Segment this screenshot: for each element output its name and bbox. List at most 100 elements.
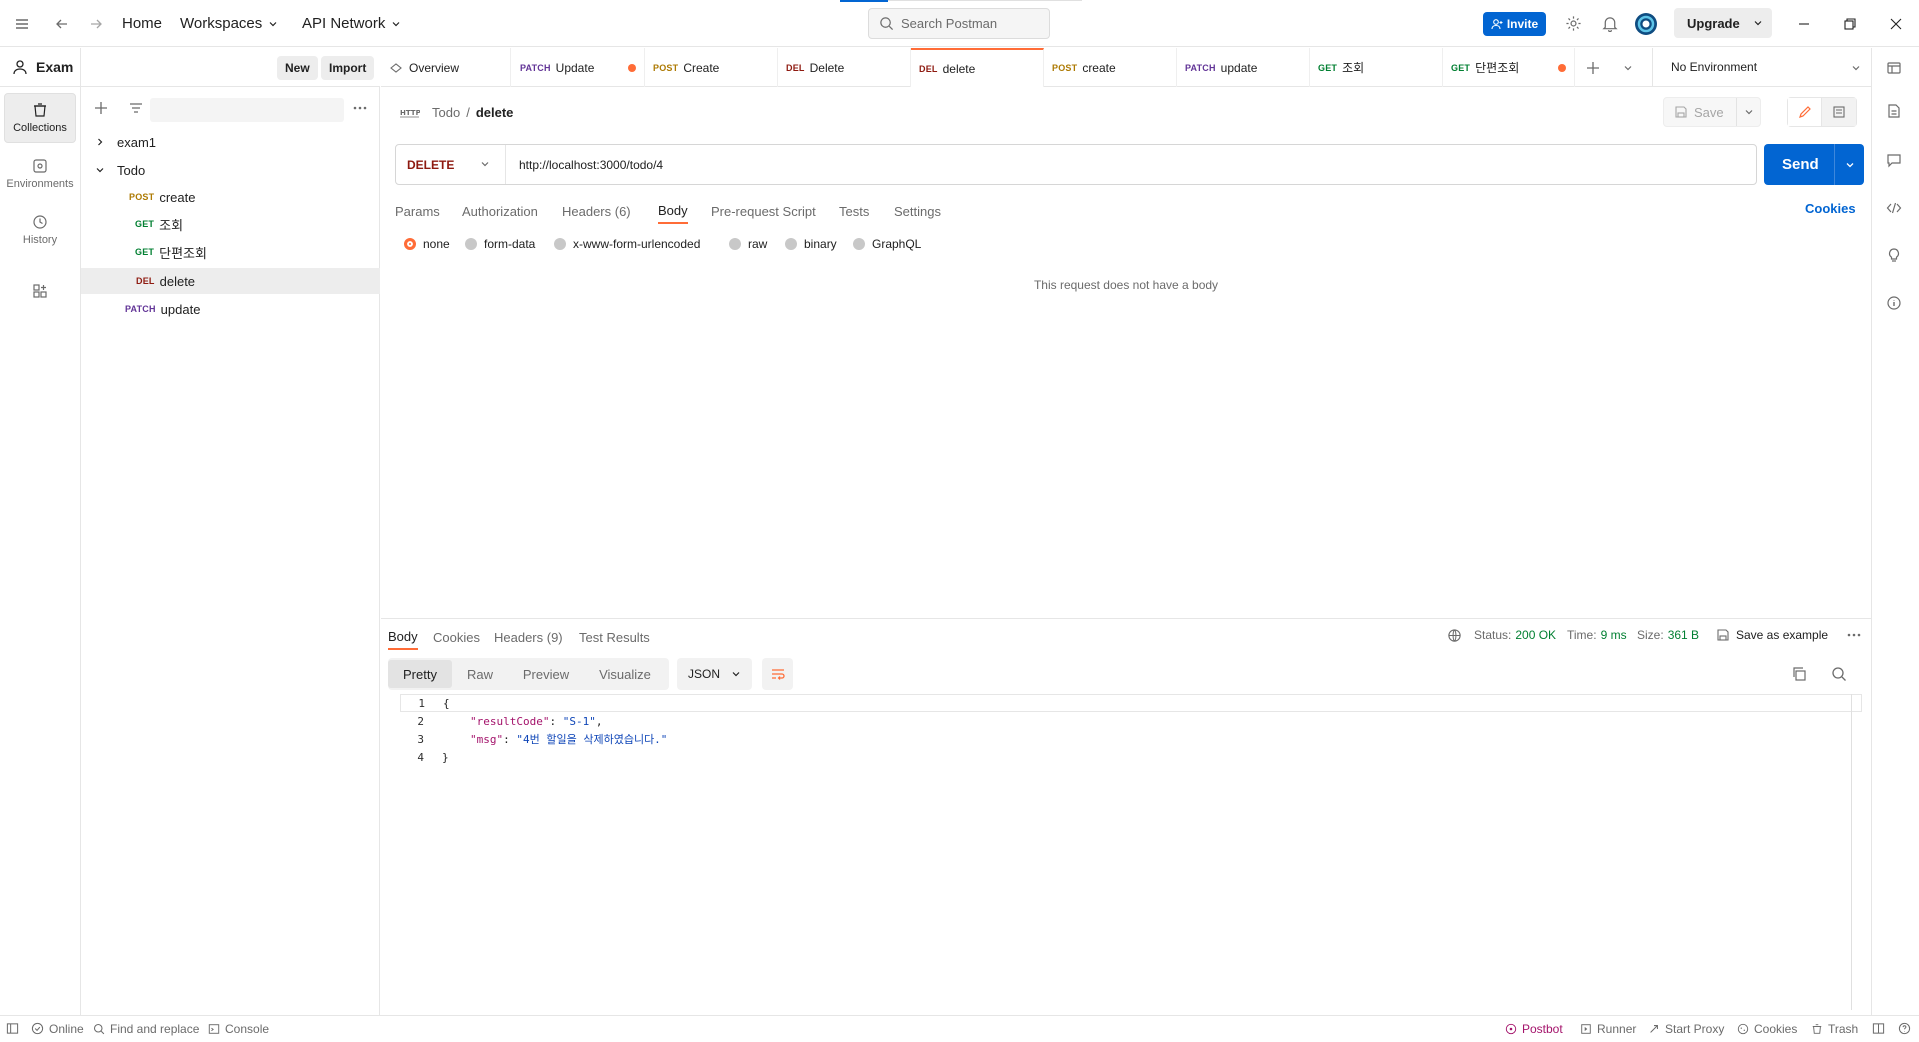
workspace-name[interactable]: Exam <box>36 59 73 75</box>
tab-headers[interactable]: Headers (6) <box>562 198 631 224</box>
save-as-example-button[interactable]: Save as example <box>1716 624 1828 646</box>
search-icon[interactable] <box>1831 666 1847 682</box>
online-status[interactable]: Online <box>31 1015 84 1042</box>
environment-select[interactable]: No Environment <box>1652 48 1871 87</box>
more-options-icon[interactable] <box>1846 624 1862 646</box>
response-tab-headers[interactable]: Headers (9) <box>494 624 563 650</box>
copy-icon[interactable] <box>1791 666 1807 682</box>
trash[interactable]: Trash <box>1811 1015 1858 1042</box>
environment-quicklook-icon[interactable] <box>1886 60 1902 76</box>
tab-pre-request-script[interactable]: Pre-request Script <box>711 198 816 224</box>
body-type-form-data[interactable]: form-data <box>465 234 535 254</box>
tree-request-create[interactable]: POST create <box>81 184 380 210</box>
avatar[interactable] <box>1634 0 1658 47</box>
response-body-editor[interactable]: 1 { 2 "resultCode" : "S-1" , 3 "msg" : "… <box>400 694 1862 1014</box>
view-visualize[interactable]: Visualize <box>584 660 666 688</box>
view-pretty[interactable]: Pretty <box>388 660 452 688</box>
send-options-chevron-icon[interactable] <box>1834 144 1864 185</box>
new-tab-plus-icon[interactable] <box>1585 60 1601 76</box>
tab-del-delete[interactable]: DEL Delete <box>778 48 911 87</box>
tabs-overflow-chevron-icon[interactable] <box>1623 63 1633 73</box>
view-raw[interactable]: Raw <box>452 660 508 688</box>
breadcrumb-request-name[interactable]: delete <box>476 105 514 120</box>
response-tab-test-results[interactable]: Test Results <box>579 624 650 650</box>
tree-request-get-single[interactable]: GET 단편조회 <box>81 239 380 265</box>
settings-gear-icon[interactable] <box>1565 0 1582 47</box>
body-type-raw[interactable]: raw <box>729 234 767 254</box>
find-replace[interactable]: Find and replace <box>93 1015 199 1042</box>
breadcrumb-collection[interactable]: Todo <box>432 105 460 120</box>
response-tab-body[interactable]: Body <box>388 624 418 650</box>
tab-get-list[interactable]: GET 조회 <box>1310 48 1443 87</box>
tree-request-get-list[interactable]: GET 조회 <box>81 211 380 237</box>
tab-settings[interactable]: Settings <box>894 198 941 224</box>
rail-environments[interactable]: Environments <box>4 149 76 199</box>
tab-post-create[interactable]: POST Create <box>645 48 778 87</box>
response-tab-cookies[interactable]: Cookies <box>433 624 480 650</box>
size-meta[interactable]: Size: 361 B <box>1637 624 1699 646</box>
new-button[interactable]: New <box>277 56 318 80</box>
tree-request-delete[interactable]: DEL delete <box>81 268 380 294</box>
search-input[interactable]: Search Postman <box>868 8 1050 39</box>
comment-view-icon[interactable] <box>1822 98 1856 126</box>
tree-request-update[interactable]: PATCH update <box>81 296 380 322</box>
tab-patch-update[interactable]: PATCH Update <box>512 48 645 87</box>
notification-bell-icon[interactable] <box>1602 0 1618 47</box>
tree-folder-todo[interactable]: Todo <box>81 157 380 183</box>
tab-get-single[interactable]: GET 단편조회 <box>1443 48 1575 87</box>
toggle-sidebar-icon[interactable] <box>6 1015 19 1042</box>
nav-workspaces[interactable]: Workspaces <box>180 0 278 47</box>
runner[interactable]: Runner <box>1580 1015 1636 1042</box>
network-globe-icon[interactable] <box>1447 624 1462 646</box>
back-arrow-icon[interactable] <box>54 0 70 47</box>
upgrade-button[interactable]: Upgrade <box>1674 8 1772 38</box>
documentation-icon[interactable] <box>1886 103 1902 119</box>
start-proxy[interactable]: Start Proxy <box>1648 1015 1724 1042</box>
minimize-window-icon[interactable] <box>1797 0 1811 47</box>
filter-icon[interactable] <box>128 100 144 116</box>
import-button[interactable]: Import <box>321 56 375 80</box>
body-type-graphql[interactable]: GraphQL <box>853 234 921 254</box>
filter-input[interactable] <box>150 98 344 122</box>
code-snippet-icon[interactable] <box>1886 200 1902 216</box>
body-type-urlencoded[interactable]: x-www-form-urlencoded <box>554 234 700 254</box>
save-button[interactable]: Save <box>1663 97 1761 127</box>
cookies-link[interactable]: Cookies <box>1805 201 1856 221</box>
add-collection-plus-icon[interactable] <box>93 100 109 116</box>
rail-collections[interactable]: Collections <box>4 93 76 143</box>
body-type-none[interactable]: none <box>404 234 450 254</box>
forward-arrow-icon[interactable] <box>88 0 104 47</box>
tab-patch-update-2[interactable]: PATCH update <box>1177 48 1310 87</box>
menu-icon[interactable] <box>14 0 30 47</box>
tab-del-delete-active[interactable]: DEL delete <box>911 48 1044 87</box>
word-wrap-icon[interactable] <box>762 658 793 690</box>
tab-body[interactable]: Body <box>658 198 688 224</box>
rail-history[interactable]: History <box>4 205 76 255</box>
cookies[interactable]: Cookies <box>1737 1015 1797 1042</box>
send-button[interactable]: Send <box>1764 144 1864 185</box>
body-type-binary[interactable]: binary <box>785 234 837 254</box>
save-options-chevron-icon[interactable] <box>1736 98 1760 126</box>
two-pane-layout-icon[interactable] <box>1872 1015 1885 1042</box>
tab-authorization[interactable]: Authorization <box>462 198 538 224</box>
pane-divider[interactable] <box>381 618 1871 619</box>
tab-post-create-2[interactable]: POST create <box>1044 48 1177 87</box>
scrollbar[interactable] <box>1851 694 1852 1010</box>
console[interactable]: Console <box>208 1015 269 1042</box>
invite-button[interactable]: Invite <box>1483 12 1546 36</box>
status-meta[interactable]: Status: 200 OK <box>1474 624 1556 646</box>
postbot[interactable]: Postbot <box>1505 1015 1563 1042</box>
nav-home[interactable]: Home <box>122 0 162 47</box>
info-icon[interactable] <box>1886 295 1902 311</box>
tab-tests[interactable]: Tests <box>839 198 869 224</box>
tree-folder-exam1[interactable]: exam1 <box>81 129 380 155</box>
format-select[interactable]: JSON <box>677 658 752 690</box>
url-input[interactable]: http://localhost:3000/todo/4 <box>506 158 663 172</box>
edit-pencil-icon[interactable] <box>1788 98 1823 126</box>
restore-window-icon[interactable] <box>1843 0 1857 47</box>
help-icon[interactable] <box>1898 1015 1911 1042</box>
tab-overview[interactable]: Overview <box>381 48 511 87</box>
method-select[interactable]: DELETE <box>396 145 506 184</box>
nav-api-network[interactable]: API Network <box>302 0 401 47</box>
comments-icon[interactable] <box>1886 152 1902 168</box>
